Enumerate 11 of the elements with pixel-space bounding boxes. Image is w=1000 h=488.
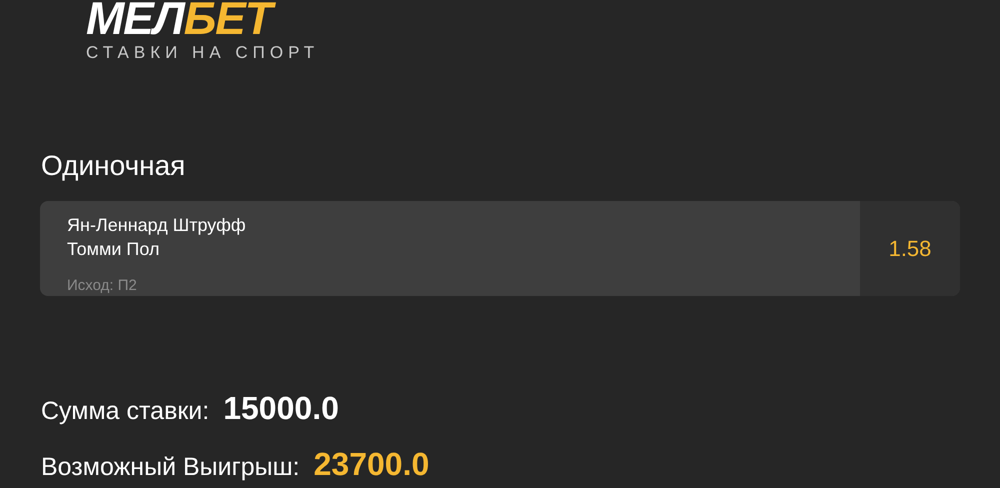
summary-value: 23700.0 — [314, 445, 430, 484]
logo-tagline: СТАВКИ НА СПОРТ — [86, 42, 320, 64]
player-name: Томми Пол — [67, 238, 160, 260]
bet-card[interactable]: Ян-Леннард Штруфф Томми Пол Исход: П2 1.58 — [40, 200, 960, 296]
outcome-label: Исход: П2 — [67, 276, 138, 296]
summary-value: 15000.0 — [223, 389, 339, 428]
bet-type-title: Одиночная — [41, 148, 186, 183]
summary-label: Возможный Выигрыш: — [41, 452, 300, 483]
player-name: Ян-Леннард Штруфф — [67, 214, 247, 236]
odds-value: 1.58 — [888, 234, 932, 263]
summary-label: Сумма ставки: — [41, 396, 210, 427]
